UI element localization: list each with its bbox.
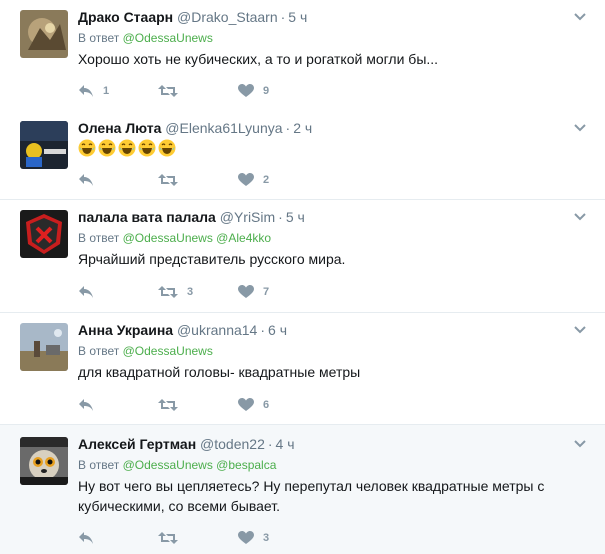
like-count: 9: [263, 85, 270, 97]
heart-icon: [238, 398, 254, 411]
author-username[interactable]: @Drako_Staarn: [177, 9, 278, 25]
author-fullname[interactable]: Анна Украина: [78, 322, 173, 338]
reply-button[interactable]: 1: [78, 84, 158, 98]
tweet-time[interactable]: 4 ч: [276, 436, 295, 452]
like-button[interactable]: 2: [238, 173, 318, 187]
tweet-time[interactable]: 5 ч: [286, 209, 305, 225]
mention-link[interactable]: @OdessaUnews: [123, 458, 213, 472]
tweet-text: Хорошо хоть не кубических, а то и рогатк…: [78, 51, 439, 67]
author-username[interactable]: @toden22: [200, 436, 265, 452]
retweet-icon: [158, 532, 178, 544]
reply-icon: [79, 399, 93, 411]
chevron-down-icon[interactable]: [573, 10, 587, 24]
retweet-count: 3: [187, 286, 194, 298]
reply-icon: [79, 286, 93, 298]
avatar[interactable]: [20, 10, 68, 58]
reply-button[interactable]: [78, 173, 158, 187]
avatar[interactable]: [20, 437, 68, 485]
reply-context: В ответ @OdessaUnews: [78, 29, 565, 47]
tweet[interactable]: Алексей Гертман @toden22 · 4 ч В ответ @Od…: [0, 425, 605, 554]
tweet[interactable]: Анна Украина @ukranna14 · 6 ч В ответ @Ode…: [0, 313, 605, 425]
like-count: 3: [263, 532, 270, 544]
mention-link[interactable]: @OdessaUnews: [123, 231, 213, 245]
like-button[interactable]: 7: [238, 285, 318, 299]
avatar[interactable]: [20, 210, 68, 258]
retweet-button[interactable]: [158, 531, 238, 545]
reply-count: 1: [103, 85, 110, 97]
author-username[interactable]: @ukranna14: [177, 322, 257, 338]
retweet-button[interactable]: [158, 398, 238, 412]
reply-icon: [79, 85, 93, 97]
reply-label: В ответ: [78, 458, 120, 472]
heart-icon: [238, 531, 254, 544]
tweet-time[interactable]: 5 ч: [288, 9, 307, 25]
like-button[interactable]: 6: [238, 398, 318, 412]
reply-button[interactable]: [78, 531, 158, 545]
laughing-emoji-icon: [118, 139, 136, 157]
author-fullname[interactable]: Драко Стаарн: [78, 9, 173, 25]
heart-icon: [238, 84, 254, 97]
tweet-time[interactable]: 6 ч: [268, 322, 287, 338]
laughing-emoji-icon: [78, 139, 96, 157]
author-fullname[interactable]: палала вата палала: [78, 209, 216, 225]
tweet[interactable]: Драко Стаарн @Drako_Staarn · 5 ч В ответ @…: [0, 0, 605, 109]
like-button[interactable]: 9: [238, 84, 318, 98]
avatar[interactable]: [20, 323, 68, 371]
reply-button[interactable]: [78, 285, 158, 299]
tweet-text: Ярчайший представитель русского мира.: [78, 251, 346, 267]
reply-context: В ответ @OdessaUnews: [78, 342, 565, 360]
mention-link[interactable]: @OdessaUnews: [123, 31, 213, 45]
reply-button[interactable]: [78, 398, 158, 412]
reply-label: В ответ: [78, 344, 120, 358]
chevron-down-icon[interactable]: [573, 210, 587, 224]
mention-link[interactable]: @bespalca: [216, 458, 276, 472]
avatar[interactable]: [20, 121, 68, 169]
reply-context: В ответ @OdessaUnews @bespalca: [78, 456, 565, 474]
chevron-down-icon[interactable]: [573, 437, 587, 451]
chevron-down-icon[interactable]: [573, 121, 587, 135]
retweet-icon: [158, 399, 178, 411]
like-count: 7: [263, 286, 270, 298]
retweet-icon: [158, 85, 178, 97]
heart-icon: [238, 173, 254, 186]
author-username[interactable]: @Elenka61Lyunya: [165, 120, 282, 136]
laughing-emoji-icon: [98, 139, 116, 157]
heart-icon: [238, 285, 254, 298]
tweet-text: для квадратной головы- квадратные метры: [78, 364, 361, 380]
tweet[interactable]: Олена Люта @Elenka61Lyunya · 2 ч 2: [0, 109, 605, 200]
reply-context: В ответ @OdessaUnews @Ale4kko: [78, 229, 565, 247]
author-fullname[interactable]: Олена Люта: [78, 120, 161, 136]
author-username[interactable]: @YriSim: [220, 209, 275, 225]
reply-label: В ответ: [78, 231, 120, 245]
laughing-emoji-icon: [138, 139, 156, 157]
retweet-button[interactable]: [158, 173, 238, 187]
retweet-icon: [158, 286, 178, 298]
tweet[interactable]: палала вата палала @YriSim · 5 ч В ответ @…: [0, 200, 605, 313]
mention-link[interactable]: @OdessaUnews: [123, 344, 213, 358]
like-count: 6: [263, 399, 270, 411]
chevron-down-icon[interactable]: [573, 323, 587, 337]
laughing-emoji-icon: [158, 139, 176, 157]
retweet-button[interactable]: [158, 84, 238, 98]
like-button[interactable]: 3: [238, 531, 318, 545]
tweet-time[interactable]: 2 ч: [293, 120, 312, 136]
mention-link[interactable]: @Ale4kko: [216, 231, 271, 245]
like-count: 2: [263, 174, 270, 186]
retweet-button[interactable]: 3: [158, 285, 238, 299]
reply-icon: [79, 532, 93, 544]
reply-label: В ответ: [78, 31, 120, 45]
reply-icon: [79, 174, 93, 186]
emoji-row: [78, 139, 565, 157]
retweet-icon: [158, 174, 178, 186]
tweet-text: Ну вот чего вы цепляетесь? Ну перепутал …: [78, 478, 545, 514]
author-fullname[interactable]: Алексей Гертман: [78, 436, 196, 452]
